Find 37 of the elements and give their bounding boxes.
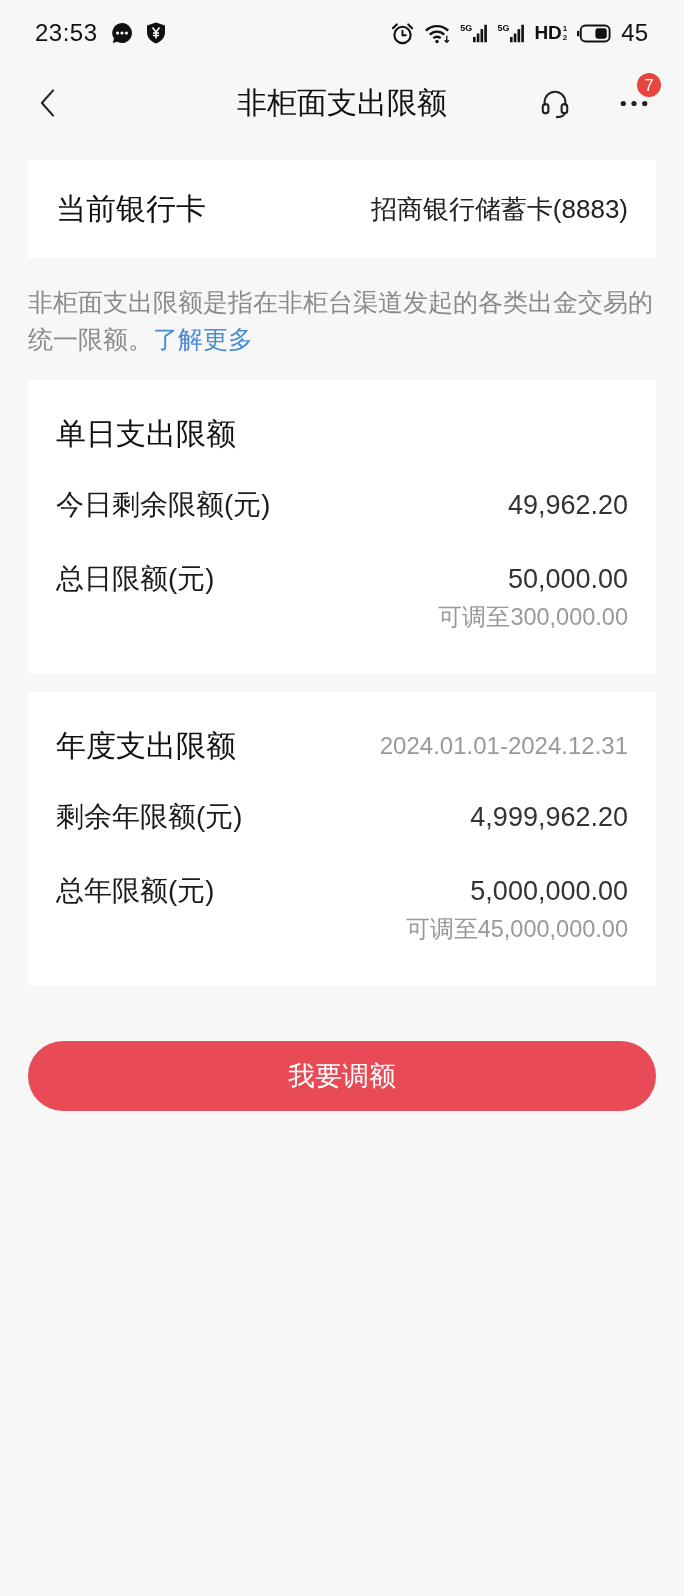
battery-icon <box>577 23 612 43</box>
limit-amount: 4,999,962.20 <box>470 801 628 833</box>
limit-label: 今日剩余限额(元) <box>56 488 271 522</box>
limit-label: 总日限额(元) <box>56 562 215 596</box>
network-type-label: 5G <box>460 23 473 33</box>
alarm-clock-icon <box>391 21 415 45</box>
adjustable-note: 可调至45,000,000.00 <box>405 915 628 944</box>
section-title: 单日支出限额 <box>56 415 236 452</box>
learn-more-link[interactable]: 了解更多 <box>153 326 253 353</box>
more-icon <box>620 99 648 107</box>
card-label: 当前银行卡 <box>56 190 206 227</box>
hd-label: HD <box>534 23 562 43</box>
sim-slot-label: 1 <box>562 24 568 33</box>
wifi-icon <box>424 22 451 44</box>
limit-amount: 50,000.00 <box>507 563 628 595</box>
limit-amount: 49,962.20 <box>507 489 628 521</box>
limit-label: 总年限额(元) <box>56 874 215 908</box>
battery-percent: 45 <box>621 19 648 47</box>
clock-time: 23:53 <box>35 19 98 47</box>
section-title: 年度支出限额 <box>56 727 236 764</box>
adjustable-note: 可调至300,000.00 <box>438 603 628 632</box>
notification-badge: 7 <box>637 73 661 97</box>
shield-yen-icon <box>145 22 166 44</box>
chat-bubble-icon <box>110 22 133 44</box>
signal-bars-icon <box>510 23 525 43</box>
card-name: 招商银行储蓄卡(8883) <box>370 192 628 226</box>
adjust-limit-button[interactable]: 我要调额 <box>28 1041 656 1111</box>
back-icon <box>39 89 55 117</box>
limit-amount: 5,000,000.00 <box>470 875 628 907</box>
page-title: 非柜面支出限额 <box>237 84 447 121</box>
limit-label: 剩余年限额(元) <box>56 800 243 834</box>
network-type-label: 5G <box>497 23 510 33</box>
signal-bars-icon <box>473 23 488 43</box>
more-button[interactable] <box>618 99 650 107</box>
period-text: 2024.01.01-2024.12.31 <box>379 732 628 760</box>
sim-slot-label: 2 <box>562 33 568 42</box>
description-text: 非柜面支出限额是指在非柜台渠道发起的各类出金交易的统一限额。了解更多 <box>28 288 654 355</box>
